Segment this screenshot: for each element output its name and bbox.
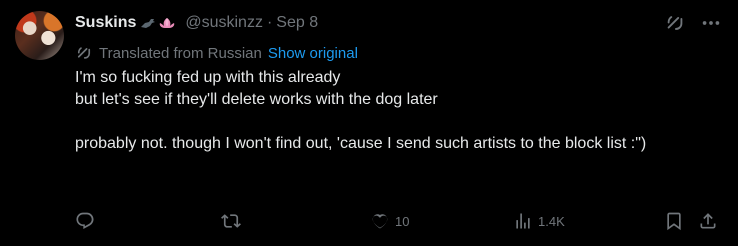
bookmark-button[interactable]	[664, 208, 684, 234]
translation-banner: Translated from Russian Show original	[75, 43, 358, 63]
show-original-link[interactable]: Show original	[268, 45, 358, 62]
views-icon	[516, 213, 530, 229]
views-button[interactable]: 1.4K	[513, 208, 565, 234]
translate-icon	[77, 47, 91, 59]
display-name[interactable]: Suskins	[75, 14, 136, 32]
retweet-icon	[221, 214, 241, 228]
crow-lotus-emoji-icon	[141, 18, 175, 28]
tweet-text-line: but let's see if they'll delete works wi…	[75, 91, 438, 108]
name-emoji-badge	[139, 14, 179, 32]
view-count: 1.4K	[538, 213, 565, 229]
avatar[interactable]	[15, 11, 64, 60]
like-button[interactable]: 10	[370, 208, 409, 234]
share-button[interactable]	[698, 208, 718, 234]
heart-icon	[372, 214, 388, 229]
bookmark-icon	[667, 212, 681, 231]
tweet-actions: 10 1.4K	[75, 208, 725, 234]
tweet-header: Suskins @suskinzz · Sep 8	[75, 12, 318, 34]
more-icon[interactable]	[700, 12, 722, 34]
tweet-date[interactable]: Sep 8	[276, 14, 318, 32]
like-count: 10	[395, 213, 410, 229]
reply-button[interactable]	[75, 208, 95, 234]
separator-dot: ·	[266, 14, 273, 31]
reply-icon	[76, 212, 94, 230]
retweet-button[interactable]	[221, 208, 241, 234]
share-icon	[700, 213, 716, 229]
handle[interactable]: @suskinzz	[185, 14, 263, 32]
tweet-text-line: I'm so fucking fed up with this already	[75, 69, 341, 86]
tweet-text-line: probably not. though I won't find out, '…	[75, 135, 647, 152]
grok-icon[interactable]	[664, 12, 686, 34]
tweet-text: I'm so fucking fed up with this already …	[75, 67, 725, 155]
translated-from-label: Translated from Russian	[99, 44, 262, 62]
